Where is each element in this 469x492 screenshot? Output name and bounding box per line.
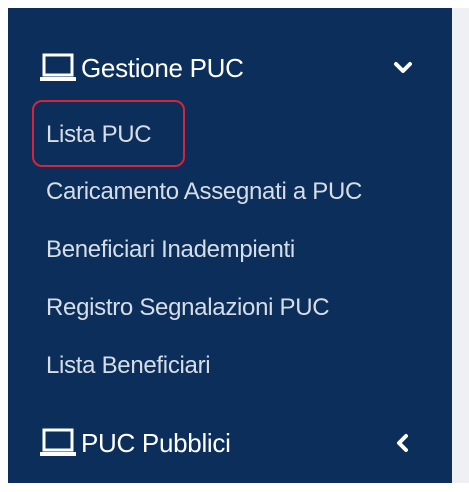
sidebar-menu: Gestione PUC Lista PUC Caricamento Asseg… [8,8,452,483]
submenu-item-registro-segnalazioni[interactable]: Registro Segnalazioni PUC [46,296,330,320]
menu-section-puc-pubblici[interactable]: PUC Pubblici [8,415,452,471]
menu-section-gestione-puc[interactable]: Gestione PUC [8,40,452,96]
laptop-icon [40,428,76,456]
chevron-down-icon[interactable] [392,57,414,79]
menu-section-label: Gestione PUC [81,53,244,83]
submenu-item-lista-puc[interactable]: Lista PUC [46,123,152,147]
chevron-left-icon[interactable] [392,432,414,454]
content-area-edge [452,8,469,483]
submenu-item-lista-beneficiari[interactable]: Lista Beneficiari [46,354,211,378]
menu-section-label: PUC Pubblici [81,428,231,458]
submenu-item-caricamento-assegnati[interactable]: Caricamento Assegnati a PUC [46,180,362,204]
laptop-icon [40,53,76,81]
submenu-item-beneficiari-inadempienti[interactable]: Beneficiari Inadempienti [46,238,295,262]
